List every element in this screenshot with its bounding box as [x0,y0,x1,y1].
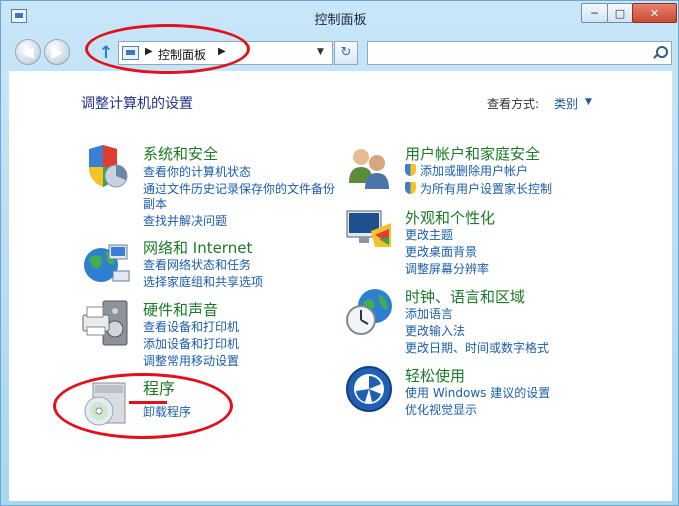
forward-button[interactable]: ▶ [44,39,70,65]
category-title[interactable]: 外观和个性化 [405,207,495,228]
category-link[interactable]: 为所有用户设置家长控制 [405,180,552,197]
category-title[interactable]: 网络和 Internet [143,237,252,258]
category-link[interactable]: 查看网络状态和任务 [143,256,251,273]
search-icon[interactable] [653,46,668,58]
category-link[interactable]: 卸载程序 [143,403,191,420]
category-user-accounts: 用户帐户和家庭安全 添加或删除用户帐户 为所有用户设置家长控制 [345,143,665,199]
chevron-right-icon[interactable]: ▶ [218,46,226,57]
control-panel-window: 控制面板 ─ □ ✕ ◀ ▶ ↑ ▶ 控制面板 ▶ ▼ ↻ 调整计算机的设置 查… [0,0,679,506]
category-programs: 程序 卸载程序 [81,375,281,435]
control-panel-icon [122,46,139,60]
category-title[interactable]: 时钟、语言和区域 [405,286,525,307]
back-button[interactable]: ◀ [15,39,41,65]
annotation-underline [129,401,167,404]
shield-icon [405,182,416,194]
category-link[interactable]: 更改主题 [405,226,453,243]
address-bar[interactable]: ▶ 控制面板 ▶ ▼ [118,41,333,65]
chevron-down-icon[interactable]: ▼ [317,47,324,57]
shield-icon[interactable] [81,143,131,193]
view-by-dropdown[interactable]: 类别 [554,95,578,112]
shield-icon [405,164,416,176]
navigation-bar: ◀ ▶ ↑ ▶ 控制面板 ▶ ▼ ↻ [1,33,679,71]
category-link[interactable]: 查看设备和打印机 [143,318,239,335]
maximize-button[interactable]: □ [607,3,633,23]
link-text[interactable]: 为所有用户设置家长控制 [420,182,552,196]
category-ease-of-access: 轻松使用 使用 Windows 建议的设置 优化视觉显示 [345,365,665,421]
content-pane: 调整计算机的设置 查看方式: 类别 ▼ 系统和安全 查看你的计算机状态 通过文件… [9,71,672,501]
category-link[interactable]: 优化视觉显示 [405,401,477,418]
category-link[interactable]: 调整屏幕分辨率 [405,260,489,277]
category-link[interactable]: 查找并解决问题 [143,212,227,229]
category-title[interactable]: 硬件和声音 [143,299,218,320]
category-link[interactable]: 副本 [143,195,167,212]
up-arrow-icon[interactable]: ↑ [97,43,115,63]
category-link[interactable]: 更改桌面背景 [405,243,477,260]
category-link[interactable]: 选择家庭组和共享选项 [143,273,263,290]
refresh-button[interactable]: ↻ [334,41,358,65]
chevron-down-icon[interactable]: ▼ [585,97,592,107]
users-icon[interactable] [345,143,395,193]
category-title[interactable]: 系统和安全 [143,143,218,164]
clock-globe-icon[interactable] [345,286,395,336]
category-title[interactable]: 程序 [143,375,175,399]
category-link[interactable]: 更改输入法 [405,322,465,339]
minimize-button[interactable]: ─ [581,3,608,23]
category-link[interactable]: 通过文件历史记录保存你的文件备份 [143,180,335,197]
breadcrumb[interactable]: 控制面板 [158,46,206,63]
title-bar: 控制面板 ─ □ ✕ [1,1,679,33]
ease-of-access-icon[interactable] [345,365,395,415]
category-title[interactable]: 轻松使用 [405,365,465,386]
display-palette-icon[interactable] [345,207,395,257]
search-input[interactable] [367,41,672,65]
category-link[interactable]: 添加或删除用户帐户 [405,162,528,179]
category-link[interactable]: 更改日期、时间或数字格式 [405,339,549,356]
category-link[interactable]: 调整常用移动设置 [143,352,239,369]
category-link[interactable]: 使用 Windows 建议的设置 [405,384,550,401]
category-network: 网络和 Internet 查看网络状态和任务 选择家庭组和共享选项 [81,237,341,293]
category-appearance: 外观和个性化 更改主题 更改桌面背景 调整屏幕分辨率 [345,207,665,277]
category-link[interactable]: 查看你的计算机状态 [143,163,251,180]
window-title: 控制面板 [314,13,367,28]
view-by-label: 查看方式: [487,97,540,111]
programs-disc-icon[interactable] [81,379,131,429]
link-text[interactable]: 添加或删除用户帐户 [420,164,528,178]
category-title[interactable]: 用户帐户和家庭安全 [405,143,540,164]
network-globe-icon[interactable] [81,237,131,287]
printer-speaker-icon[interactable] [81,299,131,349]
category-hardware-sound: 硬件和声音 查看设备和打印机 添加设备和打印机 调整常用移动设置 [81,299,341,369]
page-title: 调整计算机的设置 [81,96,193,112]
category-link[interactable]: 添加语言 [405,305,453,322]
category-link[interactable]: 添加设备和打印机 [143,335,239,352]
category-clock-region: 时钟、语言和区域 添加语言 更改输入法 更改日期、时间或数字格式 [345,286,665,356]
chevron-right-icon[interactable]: ▶ [145,46,153,57]
category-system-security: 系统和安全 查看你的计算机状态 通过文件历史记录保存你的文件备份 副本 查找并解… [81,143,341,231]
close-button[interactable]: ✕ [632,3,677,23]
